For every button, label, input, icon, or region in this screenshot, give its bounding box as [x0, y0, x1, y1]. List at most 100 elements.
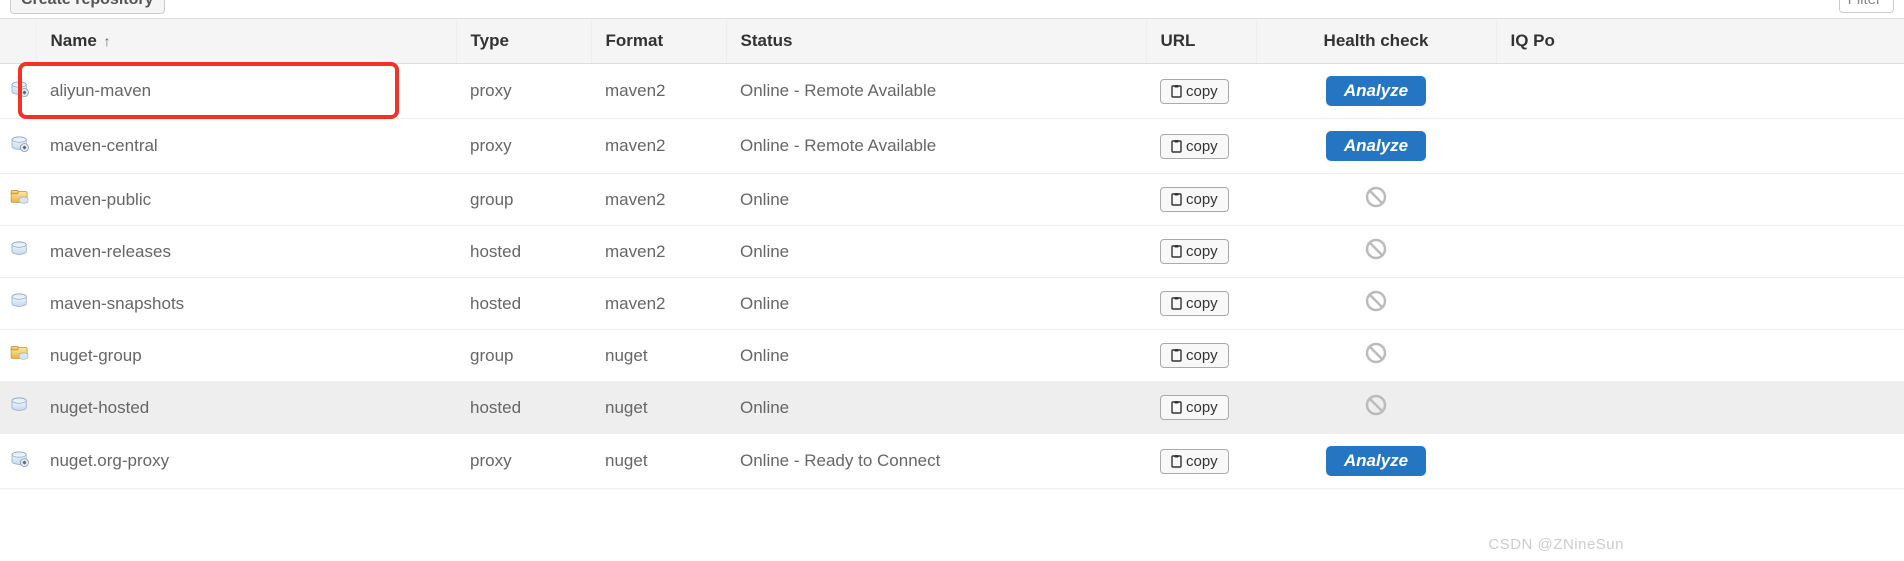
table-row[interactable]: maven-centralproxymaven2Online - Remote … [0, 119, 1904, 174]
column-header-url[interactable]: URL [1146, 19, 1256, 64]
repo-url-cell: copy [1146, 174, 1256, 226]
repo-iq-cell [1496, 226, 1904, 278]
repo-iq-cell [1496, 119, 1904, 174]
repo-iq-cell [1496, 278, 1904, 330]
column-name-label: Name [51, 31, 97, 50]
copy-url-button[interactable]: copy [1160, 134, 1229, 159]
repo-iq-cell [1496, 330, 1904, 382]
repo-hosted-icon [10, 293, 30, 309]
repo-type-icon-cell [0, 64, 36, 119]
repo-type-cell: hosted [456, 278, 591, 330]
table-row[interactable]: aliyun-mavenproxymaven2Online - Remote A… [0, 64, 1904, 119]
repo-status-cell: Online [726, 174, 1146, 226]
column-header-icon[interactable] [0, 19, 36, 64]
repo-name-cell: nuget-hosted [36, 382, 456, 434]
ban-icon [1365, 290, 1387, 312]
repo-status-cell: Online [726, 226, 1146, 278]
repo-format-cell: nuget [591, 434, 726, 489]
column-header-iq[interactable]: IQ Po [1496, 19, 1904, 64]
repo-status-cell: Online - Ready to Connect [726, 434, 1146, 489]
repo-status-cell: Online [726, 382, 1146, 434]
clipboard-icon [1171, 455, 1182, 468]
repo-proxy-icon [10, 136, 30, 152]
copy-url-button[interactable]: copy [1160, 291, 1229, 316]
repo-url-cell: copy [1146, 434, 1256, 489]
repo-url-cell: copy [1146, 226, 1256, 278]
repo-type-cell: proxy [456, 64, 591, 119]
repo-status-cell: Online - Remote Available [726, 64, 1146, 119]
copy-label: copy [1186, 83, 1218, 100]
analyze-button[interactable]: Analyze [1326, 446, 1426, 476]
repo-format-cell: nuget [591, 382, 726, 434]
repo-name-cell: maven-central [36, 119, 456, 174]
repo-name-cell: maven-snapshots [36, 278, 456, 330]
copy-url-button[interactable]: copy [1160, 395, 1229, 420]
repo-url-cell: copy [1146, 330, 1256, 382]
clipboard-icon [1171, 85, 1182, 98]
repo-group-icon [10, 189, 30, 205]
table-row[interactable]: nuget-groupgroupnugetOnlinecopy [0, 330, 1904, 382]
repo-proxy-icon [10, 81, 30, 97]
repo-type-icon-cell [0, 330, 36, 382]
create-repository-button[interactable]: Create repository [10, 0, 165, 14]
repo-type-icon-cell [0, 278, 36, 330]
repo-type-cell: hosted [456, 226, 591, 278]
clipboard-icon [1171, 140, 1182, 153]
column-header-type[interactable]: Type [456, 19, 591, 64]
repo-name-cell: nuget-group [36, 330, 456, 382]
copy-url-button[interactable]: copy [1160, 79, 1229, 104]
repo-health-cell: Analyze [1256, 434, 1496, 489]
copy-url-button[interactable]: copy [1160, 449, 1229, 474]
repo-type-cell: hosted [456, 382, 591, 434]
repo-url-cell: copy [1146, 382, 1256, 434]
filter-button[interactable]: Filter [1839, 0, 1894, 13]
repo-type-cell: proxy [456, 119, 591, 174]
repo-health-cell [1256, 278, 1496, 330]
column-header-status[interactable]: Status [726, 19, 1146, 64]
table-row[interactable]: nuget-hostedhostednugetOnline copy [0, 382, 1904, 434]
repo-url-cell: copy [1146, 119, 1256, 174]
watermark-text: CSDN @ZNineSun [1488, 536, 1624, 553]
ban-icon [1365, 238, 1387, 260]
copy-label: copy [1186, 399, 1218, 416]
table-row[interactable]: maven-publicgroupmaven2Onlinecopy [0, 174, 1904, 226]
column-header-format[interactable]: Format [591, 19, 726, 64]
clipboard-icon [1171, 245, 1182, 258]
copy-label: copy [1186, 243, 1218, 260]
table-row[interactable]: maven-snapshotshostedmaven2Onlinecopy [0, 278, 1904, 330]
repo-format-cell: maven2 [591, 119, 726, 174]
repo-format-cell: maven2 [591, 174, 726, 226]
repo-format-cell: maven2 [591, 278, 726, 330]
table-row[interactable]: nuget.org-proxyproxynugetOnline - Ready … [0, 434, 1904, 489]
repositories-table: Name ↑ Type Format Status URL Health che… [0, 18, 1904, 489]
repo-hosted-icon [10, 397, 30, 413]
repo-health-cell [1256, 174, 1496, 226]
repo-type-icon-cell [0, 174, 36, 226]
repo-format-cell: nuget [591, 330, 726, 382]
table-row[interactable]: maven-releaseshostedmaven2Onlinecopy [0, 226, 1904, 278]
analyze-button[interactable]: Analyze [1326, 131, 1426, 161]
repo-name-cell: maven-releases [36, 226, 456, 278]
clipboard-icon [1171, 349, 1182, 362]
column-header-name[interactable]: Name ↑ [36, 19, 456, 64]
repo-name-cell: aliyun-maven [36, 64, 456, 119]
ban-icon [1365, 186, 1387, 208]
analyze-button[interactable]: Analyze [1326, 76, 1426, 106]
repo-type-cell: proxy [456, 434, 591, 489]
repo-health-cell [1256, 226, 1496, 278]
copy-url-button[interactable]: copy [1160, 187, 1229, 212]
repo-status-cell: Online - Remote Available [726, 119, 1146, 174]
copy-url-button[interactable]: copy [1160, 343, 1229, 368]
repo-type-cell: group [456, 174, 591, 226]
clipboard-icon [1171, 193, 1182, 206]
repo-proxy-icon [10, 451, 30, 467]
clipboard-icon [1171, 297, 1182, 310]
repo-type-icon-cell [0, 434, 36, 489]
repo-iq-cell [1496, 174, 1904, 226]
sort-asc-icon: ↑ [104, 33, 111, 49]
copy-url-button[interactable]: copy [1160, 239, 1229, 264]
column-header-health[interactable]: Health check [1256, 19, 1496, 64]
repo-health-cell: Analyze [1256, 64, 1496, 119]
repo-name-cell: nuget.org-proxy [36, 434, 456, 489]
repo-group-icon [10, 345, 30, 361]
